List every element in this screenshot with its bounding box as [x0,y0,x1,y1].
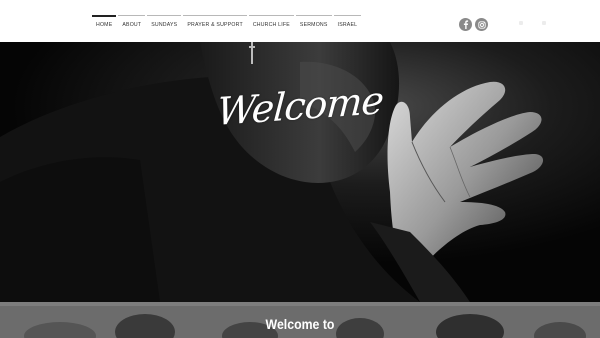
instagram-icon[interactable] [475,18,488,31]
nav-item-sermons[interactable]: SERMONS [295,15,332,33]
nav-label: CHURCH LIFE [252,22,290,28]
nav-item-church-life[interactable]: CHURCH LIFE [248,15,294,33]
nav-label: PRAYER & SUPPORT [187,22,243,28]
nav-label: HOME [96,22,113,28]
intro-section: Welcome to [0,302,600,338]
nav-item-home[interactable]: HOME [92,15,117,33]
nav-item-prayer-support[interactable]: PRAYER & SUPPORT [183,15,248,33]
placeholder-icon [542,21,546,25]
nav-label: ABOUT [122,22,142,28]
nav-label: ISRAEL [337,22,358,28]
site-header: HOME ABOUT SUNDAYS PRAYER & SUPPORT CHUR… [0,0,600,42]
nav-label: SERMONS [299,22,328,28]
facebook-icon[interactable] [459,18,472,31]
hero-banner: Welcome [0,42,600,302]
nav-label: SUNDAYS [151,22,178,28]
social-bar [459,18,488,31]
intro-title: Welcome to [265,316,335,332]
nav-item-israel[interactable]: ISRAEL [333,15,362,33]
nav-item-sundays[interactable]: SUNDAYS [147,15,182,33]
nav-item-about[interactable]: ABOUT [118,15,146,33]
placeholder-icon [519,21,523,25]
main-nav: HOME ABOUT SUNDAYS PRAYER & SUPPORT CHUR… [92,15,361,33]
